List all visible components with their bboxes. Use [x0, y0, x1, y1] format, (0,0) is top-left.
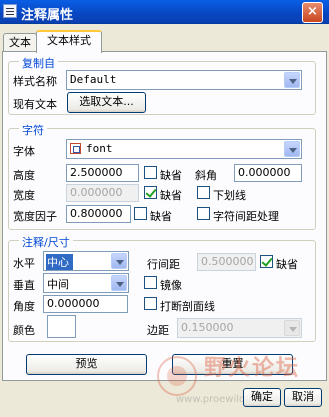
line-spacing-label: 行间距 — [147, 258, 180, 271]
chevron-down-icon[interactable] — [284, 141, 300, 157]
angle-label: 角度 — [13, 300, 35, 313]
angle-input[interactable]: 0.000000 — [43, 295, 128, 313]
height-default-checkbox[interactable] — [144, 166, 157, 179]
underline-checkbox[interactable] — [197, 186, 210, 199]
note-dim-title: 注释/尺寸 — [19, 234, 73, 250]
char-spacing-label: 字符间距处理 — [213, 210, 279, 223]
width-input[interactable]: 0.000000 — [66, 184, 139, 202]
height-default-label: 缺省 — [160, 169, 182, 182]
line-spacing-input[interactable]: 0.500000 — [197, 253, 256, 271]
vertical-label: 垂直 — [13, 279, 35, 292]
slant-label: 斜角 — [195, 169, 217, 182]
character-title: 字符 — [19, 122, 47, 138]
width-factor-label: 宽度因子 — [13, 210, 57, 223]
window-title: 注释属性 — [21, 8, 74, 23]
style-name-value: Default — [70, 73, 117, 86]
style-name-label: 样式名称 — [13, 75, 57, 88]
slant-input[interactable]: 0.000000 — [234, 164, 302, 182]
existing-text-label: 现有文本 — [13, 98, 57, 111]
chevron-down-icon[interactable] — [284, 72, 300, 88]
color-label: 颜色 — [13, 324, 35, 337]
ok-button[interactable]: 确定 — [243, 388, 281, 407]
vertical-dropdown[interactable]: 中间 — [43, 273, 129, 293]
mirror-label: 镜像 — [160, 279, 182, 292]
style-name-dropdown[interactable]: Default — [66, 70, 302, 90]
watermark-logo — [157, 356, 197, 396]
char-spacing-checkbox[interactable] — [197, 207, 210, 220]
height-input[interactable]: 2.500000 — [66, 164, 139, 182]
horizontal-dropdown[interactable]: 中心 — [43, 251, 129, 271]
font-icon — [70, 143, 81, 154]
margin-dropdown[interactable]: 0.150000 — [177, 318, 302, 338]
horizontal-value: 中心 — [46, 254, 73, 270]
close-button[interactable]: × — [302, 2, 323, 23]
color-swatch-button[interactable] — [47, 315, 76, 338]
break-hatch-label: 打断剖面线 — [160, 300, 215, 313]
font-dropdown[interactable]: font — [66, 139, 302, 159]
width-default-label: 缺省 — [160, 189, 182, 202]
watermark-text: 野火论坛 — [204, 355, 301, 381]
mirror-checkbox[interactable] — [144, 276, 157, 289]
underline-label: 下划线 — [213, 189, 246, 202]
tab-text[interactable]: 文本 — [3, 33, 37, 53]
chevron-down-icon[interactable] — [111, 253, 127, 269]
tab-text-style[interactable]: 文本样式 — [36, 30, 102, 53]
font-value: font — [86, 142, 113, 155]
break-hatch-checkbox[interactable] — [144, 297, 157, 310]
width-label: 宽度 — [13, 189, 35, 202]
app-icon — [3, 4, 17, 18]
width-factor-default-checkbox[interactable] — [134, 207, 147, 220]
vertical-value: 中间 — [47, 278, 69, 291]
width-factor-input[interactable]: 0.800000 — [66, 205, 131, 223]
width-default-checkbox[interactable] — [144, 186, 157, 199]
horizontal-label: 水平 — [13, 257, 35, 270]
margin-label: 边距 — [147, 324, 169, 337]
margin-value: 0.150000 — [181, 321, 234, 334]
copy-from-title: 复制自 — [19, 55, 58, 71]
cancel-button[interactable]: 取消 — [284, 388, 322, 407]
preview-button[interactable]: 预览 — [26, 354, 147, 375]
chevron-down-icon[interactable] — [284, 320, 300, 336]
select-text-button[interactable]: 选取文本... — [67, 92, 146, 113]
width-factor-default-label: 缺省 — [150, 210, 172, 223]
line-spacing-default-label: 缺省 — [276, 258, 298, 271]
height-label: 高度 — [13, 169, 35, 182]
chevron-down-icon[interactable] — [111, 275, 127, 291]
line-spacing-default-checkbox[interactable] — [260, 255, 273, 268]
font-label: 字体 — [13, 145, 35, 158]
